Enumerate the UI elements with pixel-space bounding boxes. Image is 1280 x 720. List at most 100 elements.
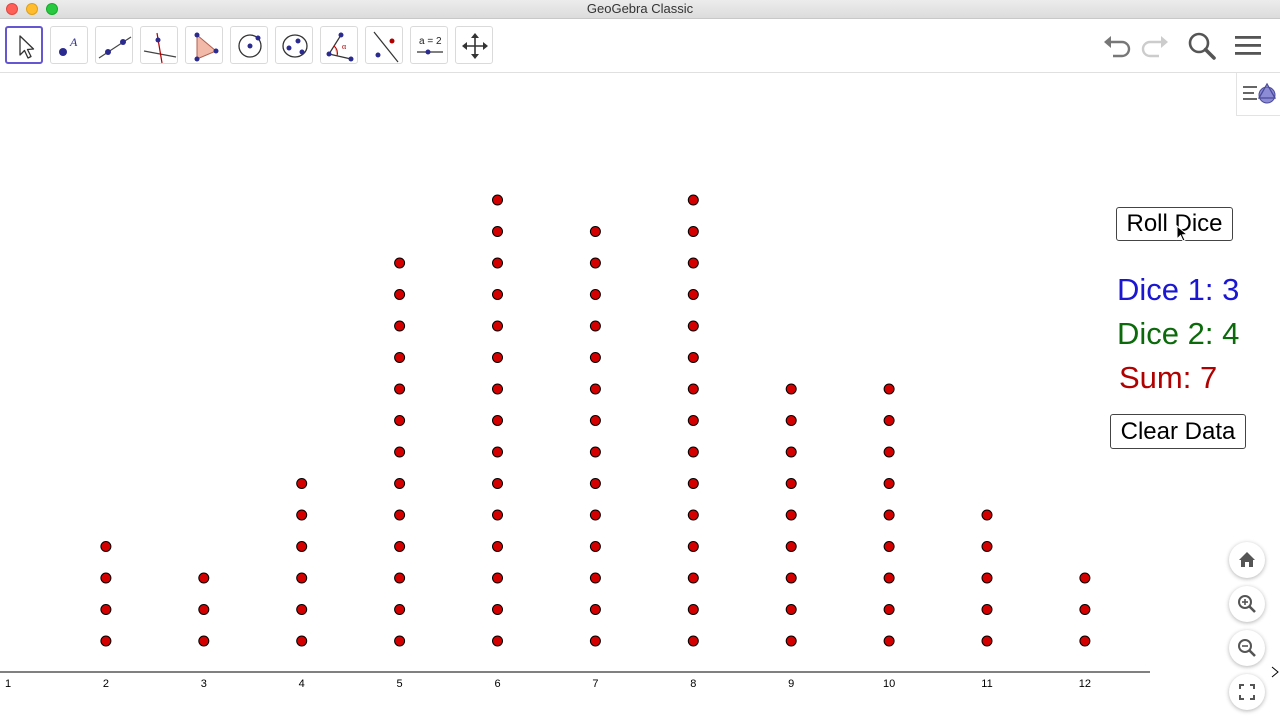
data-point[interactable] bbox=[589, 352, 601, 363]
circle-tool-button[interactable] bbox=[230, 26, 268, 64]
data-point[interactable] bbox=[100, 604, 112, 615]
data-point[interactable] bbox=[394, 415, 406, 426]
data-point[interactable] bbox=[492, 257, 503, 269]
data-point[interactable] bbox=[687, 320, 699, 332]
data-point[interactable] bbox=[883, 635, 895, 647]
data-point[interactable] bbox=[785, 478, 797, 489]
data-point[interactable] bbox=[198, 572, 210, 584]
data-point[interactable] bbox=[492, 635, 503, 647]
data-point[interactable] bbox=[296, 635, 308, 647]
data-point[interactable] bbox=[589, 383, 601, 395]
roll-dice-button[interactable]: Roll Dice bbox=[1116, 207, 1233, 241]
data-point[interactable] bbox=[883, 383, 895, 395]
data-point[interactable] bbox=[785, 541, 797, 552]
data-point[interactable] bbox=[589, 446, 601, 458]
data-point[interactable] bbox=[785, 572, 797, 584]
data-point[interactable] bbox=[198, 635, 210, 647]
data-point[interactable] bbox=[492, 352, 503, 363]
ellipse-tool-button[interactable] bbox=[275, 26, 313, 64]
data-point[interactable] bbox=[589, 289, 601, 300]
data-point[interactable] bbox=[492, 415, 503, 426]
data-point[interactable] bbox=[394, 604, 406, 615]
data-point[interactable] bbox=[883, 541, 895, 552]
data-point[interactable] bbox=[785, 604, 797, 615]
data-point[interactable] bbox=[492, 572, 503, 584]
fullscreen-button[interactable] bbox=[1229, 674, 1265, 710]
data-point[interactable] bbox=[394, 289, 406, 300]
data-point[interactable] bbox=[296, 541, 308, 552]
slider-tool-button[interactable]: a = 2 bbox=[410, 26, 448, 64]
data-point[interactable] bbox=[589, 509, 601, 521]
data-point[interactable] bbox=[687, 478, 699, 489]
data-point[interactable] bbox=[687, 289, 699, 300]
data-point[interactable] bbox=[687, 509, 699, 521]
data-point[interactable] bbox=[296, 604, 308, 615]
data-point[interactable] bbox=[589, 635, 601, 647]
data-point[interactable] bbox=[981, 572, 993, 584]
data-point[interactable] bbox=[394, 352, 406, 363]
data-point[interactable] bbox=[198, 604, 210, 615]
data-point[interactable] bbox=[785, 446, 797, 458]
graphics-view[interactable]: 1 2 3 4 5 6 7 8 9 10 11 12 bbox=[0, 73, 1280, 720]
data-point[interactable] bbox=[394, 541, 406, 552]
zoom-out-button[interactable] bbox=[1229, 630, 1265, 666]
data-point[interactable] bbox=[981, 541, 993, 552]
move-graphics-tool-button[interactable] bbox=[455, 26, 493, 64]
data-point[interactable] bbox=[492, 604, 503, 615]
data-point[interactable] bbox=[589, 478, 601, 489]
data-point[interactable] bbox=[100, 635, 112, 647]
data-point[interactable] bbox=[296, 509, 308, 521]
data-point[interactable] bbox=[589, 415, 601, 426]
data-point[interactable] bbox=[394, 320, 406, 332]
perpendicular-line-tool-button[interactable] bbox=[140, 26, 178, 64]
data-point[interactable] bbox=[687, 635, 699, 647]
data-point[interactable] bbox=[883, 415, 895, 426]
data-point[interactable] bbox=[394, 635, 406, 647]
data-point[interactable] bbox=[296, 572, 308, 584]
data-point[interactable] bbox=[394, 509, 406, 521]
data-point[interactable] bbox=[883, 572, 895, 584]
data-point[interactable] bbox=[785, 509, 797, 521]
data-point[interactable] bbox=[589, 572, 601, 584]
data-point[interactable] bbox=[589, 320, 601, 332]
data-point[interactable] bbox=[981, 635, 993, 647]
style-bar-toggle[interactable] bbox=[1236, 73, 1280, 116]
data-point[interactable] bbox=[394, 572, 406, 584]
data-point[interactable] bbox=[687, 194, 699, 206]
data-point[interactable] bbox=[687, 226, 699, 237]
data-point[interactable] bbox=[492, 478, 503, 489]
zoom-in-button[interactable] bbox=[1229, 586, 1265, 622]
data-point[interactable] bbox=[589, 541, 601, 552]
data-point[interactable] bbox=[100, 572, 112, 584]
data-point[interactable] bbox=[394, 383, 406, 395]
data-point[interactable] bbox=[785, 415, 797, 426]
line-tool-button[interactable] bbox=[95, 26, 133, 64]
data-point[interactable] bbox=[394, 257, 406, 269]
data-point[interactable] bbox=[687, 572, 699, 584]
menu-button[interactable] bbox=[1232, 28, 1266, 62]
data-point[interactable] bbox=[492, 226, 503, 237]
data-point[interactable] bbox=[492, 446, 503, 458]
data-point[interactable] bbox=[589, 226, 601, 237]
data-point[interactable] bbox=[296, 478, 308, 489]
data-point[interactable] bbox=[492, 541, 503, 552]
data-point[interactable] bbox=[1079, 572, 1091, 584]
polygon-tool-button[interactable] bbox=[185, 26, 223, 64]
data-point[interactable] bbox=[687, 446, 699, 458]
data-point[interactable] bbox=[492, 383, 503, 395]
data-point[interactable] bbox=[100, 541, 112, 552]
redo-button[interactable] bbox=[1138, 28, 1172, 62]
data-point[interactable] bbox=[785, 383, 797, 395]
clear-data-button[interactable]: Clear Data bbox=[1110, 414, 1246, 449]
angle-tool-button[interactable]: α bbox=[320, 26, 358, 64]
data-point[interactable] bbox=[883, 446, 895, 458]
data-point[interactable] bbox=[883, 604, 895, 615]
undo-button[interactable] bbox=[1100, 28, 1134, 62]
data-point[interactable] bbox=[981, 509, 993, 521]
data-point[interactable] bbox=[492, 509, 503, 521]
data-point[interactable] bbox=[492, 289, 503, 300]
data-point[interactable] bbox=[687, 257, 699, 269]
data-point[interactable] bbox=[687, 541, 699, 552]
data-point[interactable] bbox=[883, 509, 895, 521]
data-point[interactable] bbox=[589, 604, 601, 615]
